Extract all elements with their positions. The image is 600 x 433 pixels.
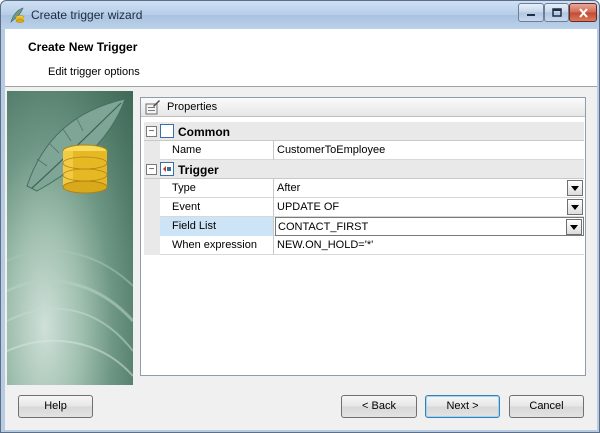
property-row-event[interactable]: Event UPDATE OF	[144, 198, 584, 217]
property-value-text: UPDATE OF	[277, 201, 340, 213]
property-row-field-list[interactable]: Field List CONTACT_FIRST	[144, 217, 584, 236]
page-title: Create New Trigger	[28, 40, 138, 54]
row-gutter	[144, 179, 160, 198]
chevron-down-icon	[567, 220, 581, 234]
page-subtitle: Edit trigger options	[48, 66, 140, 78]
property-value-name[interactable]: CustomerToEmployee	[275, 141, 584, 160]
property-value-text: CONTACT_FIRST	[278, 221, 369, 233]
dropdown-button-event[interactable]	[567, 199, 583, 215]
properties-label: Properties	[167, 101, 218, 113]
title-bar[interactable]: Create trigger wizard	[1, 1, 599, 29]
wizard-client-area: Create New Trigger Edit trigger options	[5, 29, 597, 430]
trigger-category-icon	[160, 162, 174, 176]
property-row-when-expression[interactable]: When expression NEW.ON_HOLD='*'	[144, 236, 584, 255]
property-row-type[interactable]: Type After	[144, 179, 584, 198]
close-button[interactable]	[569, 3, 597, 22]
category-trigger-label: Trigger	[178, 163, 219, 177]
property-name: When expression	[160, 236, 274, 255]
chevron-down-icon	[568, 200, 582, 214]
minimize-icon	[519, 4, 543, 21]
property-value-when-expression[interactable]: NEW.ON_HOLD='*'	[275, 236, 584, 255]
property-name: Field List	[160, 217, 274, 236]
properties-header: Properties	[141, 98, 585, 117]
close-icon	[570, 4, 596, 21]
row-gutter	[144, 217, 160, 236]
properties-icon	[145, 100, 161, 115]
maximize-icon	[545, 4, 568, 21]
feather-db-icon	[9, 7, 25, 24]
minimize-button[interactable]	[518, 3, 544, 22]
collapse-common-toggle[interactable]: −	[146, 126, 157, 137]
cancel-button[interactable]: Cancel	[509, 395, 584, 418]
property-name: Name	[160, 141, 274, 160]
property-value-event[interactable]: UPDATE OF	[275, 198, 584, 217]
category-common[interactable]: − Common	[144, 122, 584, 141]
common-category-icon	[160, 124, 174, 138]
property-value-field-list[interactable]: CONTACT_FIRST	[275, 217, 584, 236]
row-gutter	[144, 141, 160, 160]
category-trigger[interactable]: − Trigger	[144, 160, 584, 179]
dropdown-button-field-list[interactable]	[566, 219, 582, 235]
window-title: Create trigger wizard	[31, 8, 143, 22]
next-button[interactable]: Next >	[425, 395, 500, 418]
help-button[interactable]: Help	[18, 395, 93, 418]
wizard-window: Create trigger wizard Create New Trigger…	[0, 0, 600, 433]
database-feather-icon	[7, 98, 133, 377]
properties-panel: Properties − Common Name CustomerToEmplo…	[140, 97, 586, 376]
property-value-type[interactable]: After	[275, 179, 584, 198]
property-name: Event	[160, 198, 274, 217]
category-common-label: Common	[178, 125, 230, 139]
chevron-down-icon	[568, 181, 582, 195]
back-button[interactable]: < Back	[341, 395, 417, 418]
row-gutter	[144, 198, 160, 217]
property-name: Type	[160, 179, 274, 198]
dropdown-button-type[interactable]	[567, 180, 583, 196]
collapse-trigger-toggle[interactable]: −	[146, 164, 157, 175]
wizard-header: Create New Trigger Edit trigger options	[5, 29, 597, 87]
property-row-name[interactable]: Name CustomerToEmployee	[144, 141, 584, 160]
maximize-button[interactable]	[544, 3, 569, 22]
property-value-text: After	[277, 182, 301, 194]
wizard-side-image	[7, 91, 133, 385]
row-gutter	[144, 236, 160, 255]
